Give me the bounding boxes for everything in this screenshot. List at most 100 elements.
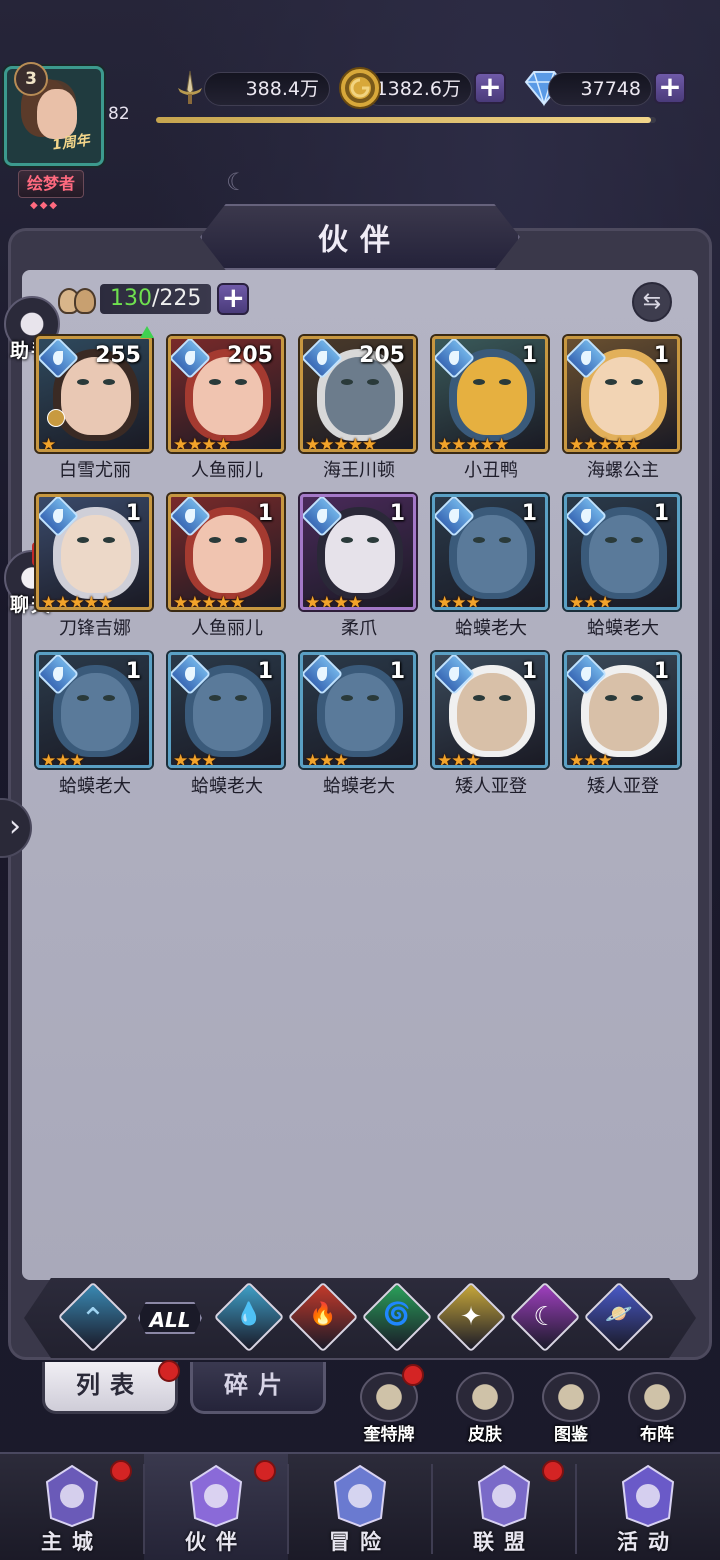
nav-label: 伙伴 — [185, 1530, 247, 1554]
tool-codex-button[interactable]: 图鉴 — [536, 1372, 606, 1445]
partner-name: 小丑鸭 — [464, 460, 518, 481]
nav-notification-dot — [542, 1460, 564, 1482]
partner-portrait: 205 ★★★★ — [168, 336, 284, 452]
partner-eye — [367, 537, 379, 543]
partner-eye — [631, 537, 643, 543]
partner-card[interactable]: 1 ★★★ 蛤蟆老大 — [432, 494, 550, 644]
partner-face — [61, 515, 131, 593]
partner-face — [193, 357, 263, 435]
tool-label: 布阵 — [640, 1425, 674, 1445]
nav-partners[interactable]: 伙伴 — [144, 1454, 288, 1560]
sort-swap-button[interactable]: ⇆ — [632, 282, 672, 322]
partner-face — [589, 357, 659, 435]
partner-stars: ★★★ — [569, 751, 613, 768]
partner-card[interactable]: 1 ★★★ 蛤蟆老大 — [168, 652, 286, 802]
page-title-banner: 伙伴 — [200, 204, 520, 270]
partner-portrait: 1 ★★★ — [432, 494, 548, 610]
partner-name: 海王川顿 — [323, 460, 395, 481]
partner-eye — [473, 537, 485, 543]
partner-face — [193, 673, 263, 751]
partner-card[interactable]: 1 ★★★ 蛤蟆老大 — [564, 494, 682, 644]
partner-card[interactable]: 255 ★ 白雪尤丽 — [36, 326, 154, 486]
partner-level: 1 — [125, 501, 141, 526]
partner-stars: ★★★★★ — [437, 435, 509, 452]
partner-eye — [77, 695, 89, 701]
partner-card[interactable]: 1 ★★★★★ 小丑鸭 — [432, 336, 550, 486]
partner-card[interactable]: 1 ★★★ 矮人亚登 — [432, 652, 550, 802]
add-diamond-button[interactable]: + — [654, 72, 686, 104]
partner-level: 1 — [521, 501, 537, 526]
partner-name: 矮人亚登 — [587, 776, 659, 797]
partner-eye — [209, 379, 221, 385]
partner-eye — [605, 537, 617, 543]
partner-count-value: 130/225 — [100, 284, 212, 314]
expand-capacity-button[interactable]: + — [217, 283, 250, 315]
tool-skin-button[interactable]: 皮肤 — [450, 1372, 520, 1445]
partner-name: 人鱼丽儿 — [191, 618, 263, 639]
partner-level: 1 — [257, 659, 273, 684]
partner-eye — [103, 537, 115, 543]
player-title-badge[interactable]: 绘梦者 — [18, 170, 84, 198]
partner-card[interactable]: 1 ★★★ 蛤蟆老大 — [36, 652, 154, 802]
nav-alliance[interactable]: 联盟 — [432, 1454, 576, 1560]
tool-formation-button[interactable]: 布阵 — [622, 1372, 692, 1445]
partner-level: 1 — [257, 501, 273, 526]
partner-name: 蛤蟆老大 — [59, 776, 131, 797]
nav-separator — [431, 1464, 433, 1554]
partner-portrait: 255 ★ — [36, 336, 152, 452]
nav-separator — [575, 1464, 577, 1554]
tool-card-deck-button[interactable]: 奎特牌 — [354, 1364, 424, 1445]
partner-face — [61, 357, 131, 435]
partner-eye — [341, 537, 353, 543]
partner-face — [325, 515, 395, 593]
partner-card[interactable]: 205 ★★★★ 人鱼丽儿 — [168, 336, 286, 486]
partner-card[interactable]: 1 ★★★ 矮人亚登 — [564, 652, 682, 802]
partner-face — [457, 357, 527, 435]
partner-eye — [499, 537, 511, 543]
nav-label: 联盟 — [473, 1530, 535, 1554]
partner-card[interactable]: 205 ★★★★★ 海王川顿 — [300, 336, 418, 486]
partner-level: 205 — [359, 343, 405, 368]
nav-events[interactable]: 活动 — [576, 1454, 720, 1560]
add-gold-button[interactable]: + — [474, 72, 506, 104]
exp-bar — [156, 117, 656, 123]
partner-portrait: 1 ★★★★★ — [36, 494, 152, 610]
partner-card[interactable]: 1 ★★★★★ 人鱼丽儿 — [168, 494, 286, 644]
card-icon — [613, 1460, 683, 1530]
planet-icon: 🪐 — [605, 1302, 633, 1327]
tool-label: 奎特牌 — [363, 1425, 415, 1445]
player-level: 82 — [108, 104, 130, 124]
partner-level: 1 — [521, 659, 537, 684]
partner-card[interactable]: 1 ★★★★★ 刀锋吉娜 — [36, 494, 154, 644]
partner-name: 刀锋吉娜 — [59, 618, 131, 639]
partner-card[interactable]: 1 ★★★★★ 海螺公主 — [564, 336, 682, 486]
partner-stars: ★★★★★ — [173, 593, 245, 610]
partner-eye — [605, 695, 617, 701]
nav-main-city[interactable]: 主城 — [0, 1454, 144, 1560]
partner-eye — [103, 379, 115, 385]
partner-portrait: 1 ★★★ — [168, 652, 284, 768]
nav-separator — [143, 1464, 145, 1554]
partner-stars: ★★★★★ — [305, 435, 377, 452]
tab-fragments[interactable]: 碎片 — [190, 1362, 326, 1414]
partner-eye — [473, 695, 485, 701]
partner-eye — [341, 695, 353, 701]
exp-bar-fill — [156, 117, 651, 123]
partner-eye — [631, 695, 643, 701]
partner-stars: ★★★★★ — [569, 435, 641, 452]
bottom-nav: 主城 伙伴 冒险 联盟 活动 — [0, 1452, 720, 1560]
moon-icon: ☾ — [533, 1302, 557, 1332]
nav-notification-dot — [254, 1460, 276, 1482]
partner-eye — [77, 537, 89, 543]
partner-portrait: 1 ★★★★ — [300, 494, 416, 610]
partner-name: 蛤蟆老大 — [587, 618, 659, 639]
partner-card[interactable]: 1 ★★★ 蛤蟆老大 — [300, 652, 418, 802]
compass-icon — [325, 1460, 395, 1530]
partner-name: 蛤蟆老大 — [191, 776, 263, 797]
nav-separator — [287, 1464, 289, 1554]
nav-adventure[interactable]: 冒险 — [288, 1454, 432, 1560]
filter-all-button[interactable]: ALL — [138, 1302, 202, 1334]
partner-card[interactable]: 1 ★★★★ 柔爪 — [300, 494, 418, 644]
partner-eye — [473, 379, 485, 385]
formation-icon — [628, 1372, 686, 1422]
